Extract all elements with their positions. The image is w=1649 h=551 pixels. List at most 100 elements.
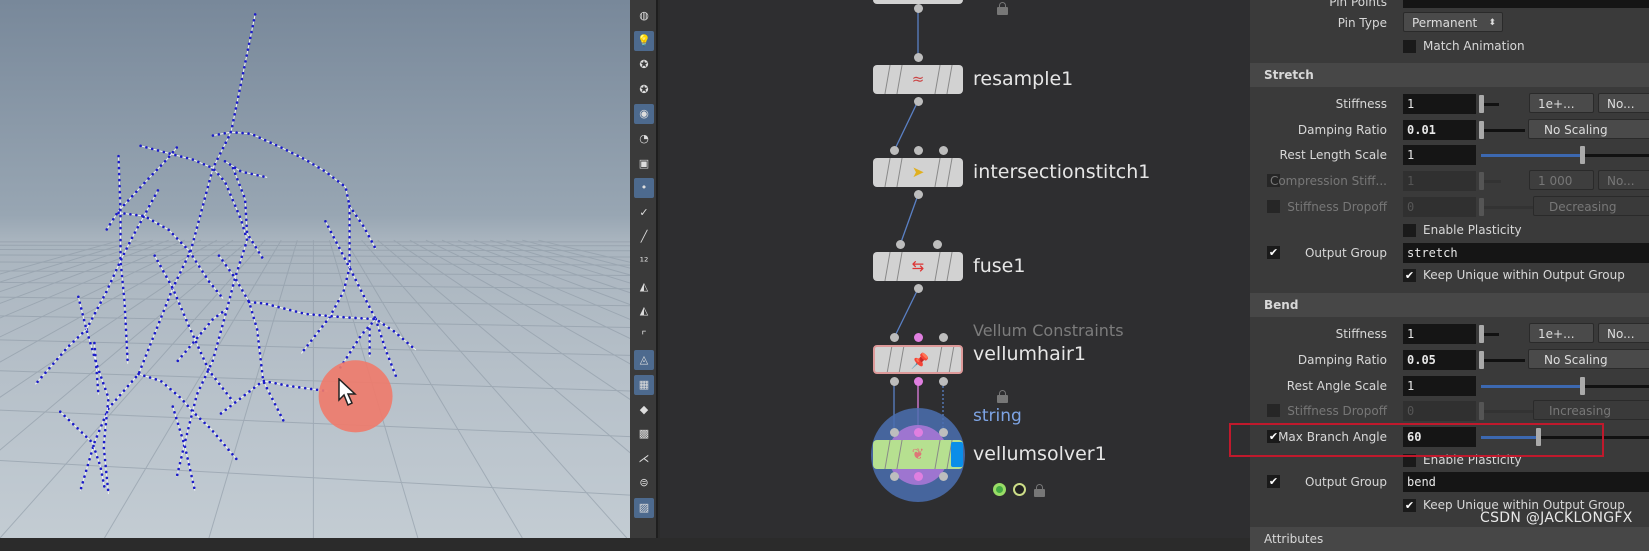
simulation-icon[interactable] (993, 483, 1006, 496)
stiffness-field[interactable]: 1 (1403, 94, 1476, 114)
dropoff-mode-menu[interactable]: Decreasing (1533, 196, 1649, 216)
rest_length-field[interactable]: 1 (1403, 145, 1476, 165)
node-label[interactable]: fuse1 (973, 255, 1025, 277)
dropoff-field[interactable]: 0 (1403, 197, 1476, 217)
output-connector[interactable] (914, 284, 923, 293)
damping-slider[interactable] (1479, 121, 1525, 139)
stiffness-scale-menu[interactable]: No... (1598, 323, 1649, 343)
damping-scaling-menu[interactable]: No Scaling (1528, 119, 1649, 139)
node-fuse1[interactable]: ⇆ (873, 252, 963, 281)
damping-slider[interactable] (1479, 351, 1525, 369)
input-connector[interactable] (890, 333, 899, 342)
output-connector[interactable] (914, 190, 923, 199)
number-icon[interactable]: ¹² (634, 252, 654, 272)
corner-icon[interactable]: ⌜ (634, 326, 654, 346)
input-connector[interactable] (939, 146, 948, 155)
input-connector[interactable] (933, 240, 942, 249)
light-icon[interactable]: 💡 (634, 30, 654, 51)
output_group-field[interactable]: bend (1403, 472, 1649, 492)
pin-type-menu[interactable]: Permanent ⬍ (1403, 12, 1503, 32)
diamond-icon[interactable]: ◆ (634, 400, 654, 420)
spot-light-icon[interactable]: ✪ (634, 80, 654, 100)
node-label[interactable]: resample1 (973, 68, 1073, 90)
output_group-enable-checkbox[interactable]: ✔ (1267, 475, 1280, 488)
dropoff-mode-menu[interactable]: Increasing (1533, 400, 1649, 420)
brush-icon[interactable]: ✓ (634, 203, 654, 223)
pin-icon[interactable]: ╱ (634, 227, 654, 247)
stretch-section-header[interactable]: Stretch (1250, 63, 1649, 87)
damping-field[interactable]: 0.01 (1403, 120, 1476, 140)
stiffness-exponent-menu[interactable]: 1e+... (1529, 93, 1594, 113)
camera-icon[interactable]: ◉ (634, 104, 654, 125)
stiffness-exponent-menu[interactable]: 1e+... (1529, 323, 1594, 343)
input-connector[interactable] (939, 333, 948, 342)
point-icon[interactable]: • (634, 178, 654, 199)
bend-section-header[interactable]: Bend (1250, 293, 1649, 317)
attributes-section-header[interactable]: Attributes (1250, 527, 1649, 551)
output_group-enable-checkbox[interactable]: ✔ (1267, 246, 1280, 259)
compression-field[interactable]: 1 (1403, 171, 1476, 191)
output-connector[interactable] (890, 472, 899, 481)
plasticity-checkbox[interactable] (1403, 224, 1416, 237)
output-connector[interactable] (939, 472, 948, 481)
sculpt-number-icon[interactable]: ◭ (634, 301, 654, 321)
capture-icon[interactable]: ▣ (634, 154, 654, 174)
output-connector[interactable] (914, 472, 923, 481)
compression-slider[interactable] (1479, 172, 1501, 190)
stiffness-scale-menu[interactable]: No... (1598, 93, 1649, 113)
output-connector[interactable] (939, 377, 948, 386)
lock-icon[interactable] (1034, 484, 1045, 497)
pin-points-field[interactable] (1403, 0, 1649, 8)
3d-viewport[interactable] (0, 0, 630, 538)
display-flag[interactable] (951, 442, 963, 467)
input-connector[interactable] (914, 53, 923, 62)
damping-scaling-menu[interactable]: No Scaling (1528, 349, 1649, 369)
node-label[interactable]: vellumhair1 (973, 343, 1086, 365)
match-animation-checkbox[interactable] (1403, 40, 1416, 53)
dropoff-enable-checkbox[interactable] (1267, 404, 1280, 417)
damping-field[interactable]: 0.05 (1403, 350, 1476, 370)
input-connector[interactable] (914, 428, 923, 437)
input-connector[interactable] (914, 333, 923, 342)
checker-icon[interactable]: ▦ (634, 375, 654, 395)
sculpt-icon[interactable]: ◭ (634, 277, 654, 297)
stiffness-field[interactable]: 1 (1403, 324, 1476, 344)
output-connector[interactable] (890, 377, 899, 386)
eye-icon[interactable]: ◔ (634, 129, 654, 149)
output-connector[interactable] (914, 377, 923, 386)
compression-exponent-menu[interactable]: 1 000 (1529, 170, 1594, 190)
node-network[interactable]: ≈ resample1 ➤ intersectionstitch1 ⇆ fuse… (660, 0, 1250, 538)
input-connector[interactable] (896, 240, 905, 249)
node-vellumhair1[interactable]: 📌 (873, 345, 963, 374)
split-icon[interactable]: ⋌ (634, 449, 654, 469)
stiffness-slider[interactable] (1479, 95, 1499, 113)
display-icon[interactable]: ⊜ (634, 473, 654, 493)
node-vellumsolver1[interactable]: ❦ (873, 440, 963, 469)
input-connector[interactable] (890, 146, 899, 155)
rest_length-slider[interactable] (1481, 146, 1649, 164)
patch-icon[interactable]: ▩ (634, 424, 654, 444)
node-label[interactable]: intersectionstitch1 (973, 161, 1150, 183)
sphere-icon[interactable]: ◍ (634, 6, 654, 26)
output-connector[interactable] (914, 97, 923, 106)
lock-icon[interactable] (997, 390, 1008, 403)
point-light-icon[interactable]: ✪ (634, 55, 654, 75)
stiffness-slider[interactable] (1479, 325, 1499, 343)
input-connector[interactable] (890, 428, 899, 437)
output_group-field[interactable]: stretch (1403, 243, 1649, 263)
input-connector[interactable] (914, 146, 923, 155)
node-intersectionstitch1[interactable]: ➤ (873, 158, 963, 187)
rest_angle-slider[interactable] (1481, 377, 1649, 395)
dropoff-field[interactable]: 0 (1403, 401, 1476, 421)
dropoff-enable-checkbox[interactable] (1267, 200, 1280, 213)
keep_unique-checkbox[interactable]: ✔ (1403, 269, 1416, 282)
compression-scale-menu[interactable]: No... (1598, 170, 1649, 190)
output-connector[interactable] (914, 4, 923, 13)
image-icon[interactable]: ▨ (634, 498, 654, 518)
node-label[interactable]: vellumsolver1 (973, 443, 1107, 465)
node-resample1[interactable]: ≈ (873, 65, 963, 94)
rest_angle-field[interactable]: 1 (1403, 376, 1476, 396)
keep_unique-checkbox[interactable]: ✔ (1403, 499, 1416, 512)
shape-icon[interactable]: ◬ (634, 350, 654, 371)
lock-icon[interactable] (997, 2, 1008, 15)
